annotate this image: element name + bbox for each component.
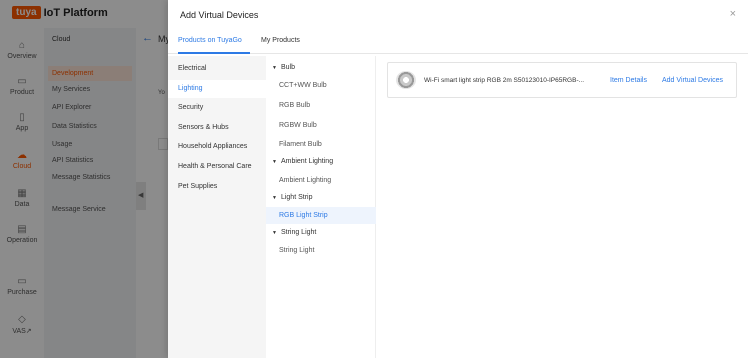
subcategory-rgbw-bulb[interactable]: RGBW Bulb bbox=[266, 117, 376, 134]
category-household-appliances[interactable]: Household Appliances bbox=[168, 138, 266, 156]
drawer-title: Add Virtual Devices bbox=[180, 10, 259, 20]
product-thumbnail bbox=[396, 71, 416, 89]
group-light-strip[interactable]: ▼ Light Strip bbox=[272, 194, 312, 201]
group-label: Light Strip bbox=[280, 194, 313, 201]
overlay-mask[interactable] bbox=[0, 0, 168, 358]
group-string-light[interactable]: ▼ String Light bbox=[272, 229, 316, 236]
category-list: Electrical Lighting Security Sensors & H… bbox=[168, 56, 266, 358]
close-icon[interactable]: × bbox=[730, 8, 736, 20]
subcategory-rgb-light-strip[interactable]: RGB Light Strip bbox=[266, 207, 376, 224]
subcategory-list: ▼ Bulb CCT+WW Bulb RGB Bulb RGBW Bulb Fil… bbox=[266, 56, 376, 358]
product-name: Wi-Fi smart light strip RGB 2m S50123010… bbox=[424, 77, 585, 84]
subcategory-ambient-lighting[interactable]: Ambient Lighting bbox=[266, 172, 376, 189]
group-ambient-lighting[interactable]: ▼ Ambient Lighting bbox=[272, 158, 333, 165]
caret-down-icon: ▼ bbox=[272, 159, 277, 165]
category-sensors-hubs[interactable]: Sensors & Hubs bbox=[168, 119, 266, 137]
drawer-tabs: Products on TuyaGo My Products bbox=[168, 28, 748, 54]
group-bulb[interactable]: ▼ Bulb bbox=[272, 64, 295, 71]
caret-down-icon: ▼ bbox=[272, 65, 277, 71]
subcategory-string-light[interactable]: String Light bbox=[266, 242, 376, 259]
product-list: Wi-Fi smart light strip RGB 2m S50123010… bbox=[377, 56, 748, 358]
caret-down-icon: ▼ bbox=[272, 230, 277, 236]
subcategory-filament-bulb[interactable]: Filament Bulb bbox=[266, 136, 376, 153]
product-card: Wi-Fi smart light strip RGB 2m S50123010… bbox=[387, 62, 737, 98]
group-label: Ambient Lighting bbox=[280, 158, 334, 165]
group-label: String Light bbox=[280, 229, 317, 236]
category-lighting[interactable]: Lighting bbox=[168, 80, 266, 98]
subcategory-rgb-bulb[interactable]: RGB Bulb bbox=[266, 97, 376, 114]
tab-my-products[interactable]: My Products bbox=[261, 37, 300, 44]
add-virtual-devices-drawer: Add Virtual Devices × Products on TuyaGo… bbox=[168, 0, 748, 358]
item-details-link[interactable]: Item Details bbox=[610, 77, 647, 84]
subcategory-cct-ww-bulb[interactable]: CCT+WW Bulb bbox=[266, 77, 376, 94]
caret-down-icon: ▼ bbox=[272, 195, 277, 201]
tab-products-on-tuyago[interactable]: Products on TuyaGo bbox=[178, 37, 242, 44]
category-electrical[interactable]: Electrical bbox=[168, 60, 266, 78]
active-tab-underline bbox=[178, 52, 250, 54]
category-pet-supplies[interactable]: Pet Supplies bbox=[168, 178, 266, 196]
add-virtual-devices-link[interactable]: Add Virtual Devices bbox=[662, 77, 723, 84]
category-security[interactable]: Security bbox=[168, 99, 266, 117]
group-label: Bulb bbox=[280, 64, 295, 71]
category-health-personal-care[interactable]: Health & Personal Care bbox=[168, 158, 266, 176]
